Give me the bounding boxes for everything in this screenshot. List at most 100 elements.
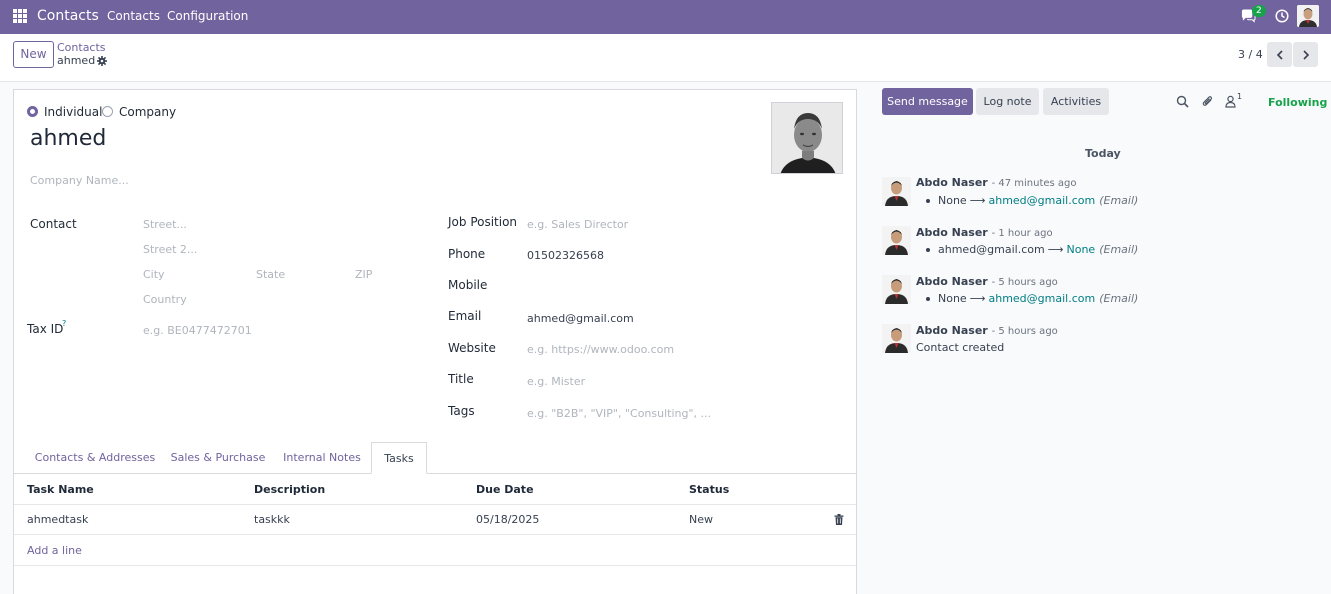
tracking-new-value[interactable]: ahmed@gmail.com bbox=[988, 292, 1095, 305]
tracking-new-value[interactable]: None bbox=[1067, 243, 1096, 256]
send-message-button[interactable]: Send message bbox=[882, 88, 973, 115]
clock-icon[interactable] bbox=[1275, 9, 1289, 23]
tracking-old-value: ahmed@gmail.com bbox=[938, 243, 1045, 256]
trash-icon[interactable] bbox=[834, 514, 844, 525]
message-author[interactable]: Abdo Naser - 1 hour ago bbox=[916, 226, 1053, 239]
message-avatar[interactable] bbox=[882, 324, 911, 353]
message-author-name[interactable]: Abdo Naser bbox=[916, 275, 988, 288]
radio-individual-label[interactable]: Individual bbox=[44, 105, 102, 119]
task-description-cell[interactable]: taskkk bbox=[254, 513, 290, 526]
arrow-right-icon: ⟶ bbox=[969, 292, 986, 305]
message-time: - 5 hours ago bbox=[991, 326, 1058, 337]
paperclip-icon[interactable] bbox=[1201, 95, 1214, 108]
column-description[interactable]: Description bbox=[254, 483, 325, 496]
message-author[interactable]: Abdo Naser - 47 minutes ago bbox=[916, 176, 1077, 189]
menu-contacts[interactable]: Contacts bbox=[107, 9, 160, 23]
state-input[interactable]: State bbox=[256, 268, 285, 281]
column-due-date[interactable]: Due Date bbox=[476, 483, 534, 496]
phone-input[interactable]: 01502326568 bbox=[527, 249, 604, 262]
message-avatar[interactable] bbox=[882, 177, 911, 206]
tracking-field: (Email) bbox=[1099, 292, 1139, 305]
table-row-divider bbox=[14, 534, 856, 535]
table-header-divider bbox=[14, 504, 856, 505]
message-body: Contact created bbox=[916, 341, 1005, 354]
pager-value[interactable]: 3 / 4 bbox=[1238, 48, 1263, 61]
followers-count: 1 bbox=[1237, 92, 1243, 101]
zip-input[interactable]: ZIP bbox=[355, 268, 372, 281]
company-name-input[interactable]: Company Name... bbox=[30, 174, 129, 187]
street2-input[interactable]: Street 2... bbox=[143, 243, 197, 256]
mobile-label: Mobile bbox=[448, 278, 488, 292]
tracking-field: (Email) bbox=[1099, 194, 1139, 207]
chevron-left-icon bbox=[1276, 49, 1283, 60]
email-label: Email bbox=[448, 309, 482, 323]
top-navbar: Contacts Contacts Configuration 2 bbox=[0, 0, 1331, 34]
log-note-button[interactable]: Log note bbox=[976, 88, 1039, 115]
search-icon[interactable] bbox=[1176, 95, 1189, 108]
user-avatar[interactable] bbox=[1297, 5, 1319, 27]
message-time: - 47 minutes ago bbox=[991, 178, 1077, 189]
message-author[interactable]: Abdo Naser - 5 hours ago bbox=[916, 324, 1058, 337]
task-status-cell[interactable]: New bbox=[689, 513, 713, 526]
job-position-label: Job Position bbox=[448, 215, 518, 229]
message-tracking: ahmed@gmail.com ⟶ None (Email) bbox=[926, 243, 1138, 256]
contact-label: Contact bbox=[30, 217, 77, 231]
activities-button[interactable]: Activities bbox=[1043, 88, 1109, 115]
arrow-right-icon: ⟶ bbox=[1047, 243, 1064, 256]
tab-contacts-addresses[interactable]: Contacts & Addresses bbox=[27, 442, 163, 474]
website-input[interactable]: e.g. https://www.odoo.com bbox=[527, 343, 674, 356]
task-name-cell[interactable]: ahmedtask bbox=[27, 513, 88, 526]
country-input[interactable]: Country bbox=[143, 293, 187, 306]
arrow-right-icon: ⟶ bbox=[969, 194, 986, 207]
tracking-new-value[interactable]: ahmed@gmail.com bbox=[988, 194, 1095, 207]
message-avatar[interactable] bbox=[882, 275, 911, 304]
contact-name-input[interactable]: ahmed bbox=[30, 126, 106, 151]
job-position-input[interactable]: e.g. Sales Director bbox=[527, 218, 628, 231]
tab-sales-purchase[interactable]: Sales & Purchase bbox=[163, 442, 273, 474]
message-author-name[interactable]: Abdo Naser bbox=[916, 324, 988, 337]
task-due-date-cell[interactable]: 05/18/2025 bbox=[476, 513, 539, 526]
following-button[interactable]: Following bbox=[1268, 96, 1327, 109]
message-author-name[interactable]: Abdo Naser bbox=[916, 176, 988, 189]
gear-icon[interactable] bbox=[97, 56, 107, 66]
contact-photo[interactable] bbox=[771, 102, 843, 174]
day-separator: Today bbox=[1085, 147, 1121, 160]
message-time: - 1 hour ago bbox=[991, 228, 1053, 239]
tags-label: Tags bbox=[448, 404, 475, 418]
title-label: Title bbox=[448, 372, 474, 386]
column-task-name[interactable]: Task Name bbox=[27, 483, 94, 496]
tracking-old-value: None bbox=[938, 292, 967, 305]
chat-badge: 2 bbox=[1252, 5, 1266, 17]
tab-internal-notes[interactable]: Internal Notes bbox=[273, 442, 371, 474]
pager-next-button[interactable] bbox=[1293, 42, 1318, 67]
control-panel: New Contacts ahmed 3 / 4 bbox=[0, 34, 1331, 82]
radio-individual[interactable] bbox=[27, 106, 38, 117]
new-button[interactable]: New bbox=[13, 41, 54, 68]
email-input[interactable]: ahmed@gmail.com bbox=[527, 312, 634, 325]
taxid-help-icon[interactable]: ? bbox=[62, 319, 66, 328]
column-status[interactable]: Status bbox=[689, 483, 729, 496]
street-input[interactable]: Street... bbox=[143, 218, 187, 231]
pager-previous-button[interactable] bbox=[1267, 42, 1292, 67]
message-time: - 5 hours ago bbox=[991, 277, 1058, 288]
city-input[interactable]: City bbox=[143, 268, 165, 281]
add-a-line-link[interactable]: Add a line bbox=[27, 544, 82, 557]
breadcrumb-contacts[interactable]: Contacts bbox=[57, 41, 106, 54]
message-tracking: None ⟶ ahmed@gmail.com (Email) bbox=[926, 194, 1138, 207]
radio-company[interactable] bbox=[102, 106, 113, 117]
message-author[interactable]: Abdo Naser - 5 hours ago bbox=[916, 275, 1058, 288]
title-input[interactable]: e.g. Mister bbox=[527, 375, 585, 388]
message-tracking: None ⟶ ahmed@gmail.com (Email) bbox=[926, 292, 1138, 305]
apps-menu-icon[interactable] bbox=[13, 9, 27, 23]
menu-configuration[interactable]: Configuration bbox=[167, 9, 248, 23]
followers-icon[interactable] bbox=[1224, 95, 1237, 108]
app-name[interactable]: Contacts bbox=[37, 8, 99, 24]
phone-label: Phone bbox=[448, 247, 486, 261]
tracking-old-value: None bbox=[938, 194, 967, 207]
tags-input[interactable]: e.g. "B2B", "VIP", "Consulting", ... bbox=[527, 407, 711, 420]
message-avatar[interactable] bbox=[882, 226, 911, 255]
tab-tasks[interactable]: Tasks bbox=[371, 442, 427, 474]
taxid-input[interactable]: e.g. BE0477472701 bbox=[143, 324, 252, 337]
message-author-name[interactable]: Abdo Naser bbox=[916, 226, 988, 239]
radio-company-label[interactable]: Company bbox=[119, 105, 176, 119]
